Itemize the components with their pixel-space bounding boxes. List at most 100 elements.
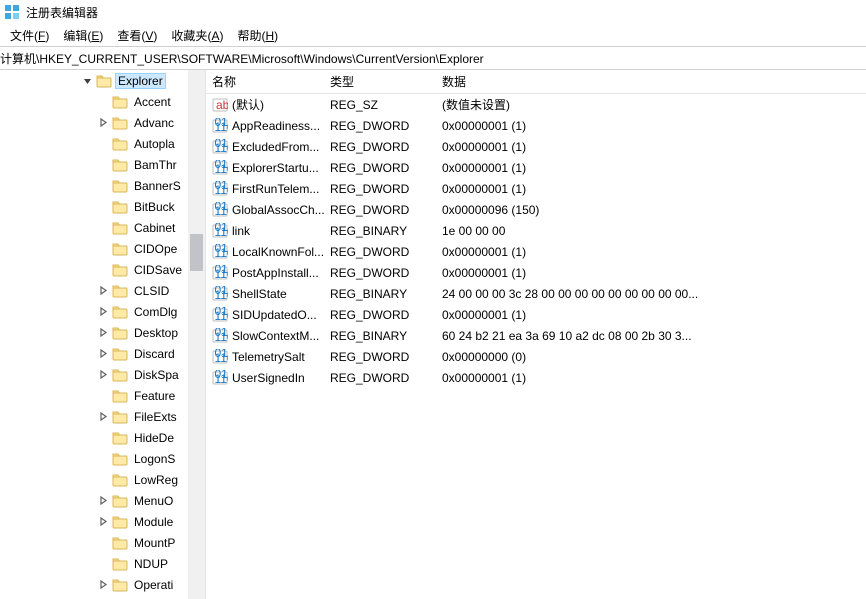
chevron-right-icon[interactable] [96,305,110,319]
main-split: ExplorerAccentAdvancAutoplaBamThrBannerS… [0,70,866,599]
menu-favorites[interactable]: 收藏夹(A) [165,26,229,45]
value-row[interactable]: 011110LocalKnownFol...REG_DWORD0x0000000… [206,241,866,262]
tree-item[interactable]: BitBuck [0,196,185,217]
binary-value-icon: 011110 [212,181,228,197]
tree-item-label: MenuO [131,493,176,509]
tree-scrollbar[interactable] [188,70,205,599]
menu-view[interactable]: 查看(V) [111,26,163,45]
value-type: REG_DWORD [324,140,436,154]
value-row[interactable]: 011110ExcludedFrom...REG_DWORD0x00000001… [206,136,866,157]
tree-item[interactable]: ComDlg [0,301,185,322]
value-row[interactable]: 011110SIDUpdatedO...REG_DWORD0x00000001 … [206,304,866,325]
tree-item[interactable]: Feature [0,385,185,406]
svg-text:110: 110 [215,225,229,239]
tree-scrollbar-thumb[interactable] [190,234,203,271]
tree-item[interactable]: BannerS [0,175,185,196]
value-type: REG_DWORD [324,203,436,217]
column-header-name[interactable]: 名称 [206,70,324,93]
chevron-right-icon[interactable] [96,347,110,361]
tree-item[interactable]: CIDOpe [0,238,185,259]
chevron-right-icon[interactable] [96,578,110,592]
chevron-right-icon[interactable] [96,284,110,298]
value-row[interactable]: 011110ExplorerStartu...REG_DWORD0x000000… [206,157,866,178]
value-type: REG_DWORD [324,182,436,196]
chevron-right-icon[interactable] [96,515,110,529]
tree-item[interactable]: Accent [0,91,185,112]
tree-item[interactable]: FileExts [0,406,185,427]
value-row[interactable]: 011110SlowContextM...REG_BINARY60 24 b2 … [206,325,866,346]
window-title: 注册表编辑器 [26,4,98,21]
tree-item[interactable]: Autopla [0,133,185,154]
tree-item[interactable]: Advanc [0,112,185,133]
tree-item[interactable]: HideDe [0,427,185,448]
value-name: SIDUpdatedO... [232,308,317,322]
tree-view[interactable]: ExplorerAccentAdvancAutoplaBamThrBannerS… [0,70,206,599]
binary-value-icon: 011110 [212,265,228,281]
tree-item-label: Discard [131,346,178,362]
chevron-right-icon[interactable] [96,410,110,424]
tree-item[interactable]: Module [0,511,185,532]
tree-item[interactable]: CIDSave [0,259,185,280]
tree-item[interactable]: NDUP [0,553,185,574]
expander-placeholder [96,452,110,466]
menu-edit[interactable]: 编辑(E) [57,26,109,45]
title-bar: 注册表编辑器 [0,0,866,24]
tree-item[interactable]: Packag [0,595,185,599]
chevron-right-icon[interactable] [96,368,110,382]
value-row[interactable]: 011110FirstRunTelem...REG_DWORD0x0000000… [206,178,866,199]
svg-text:110: 110 [215,351,229,365]
value-name: PostAppInstall... [232,266,319,280]
chevron-down-icon[interactable] [80,74,94,88]
svg-text:110: 110 [215,141,229,155]
tree-item[interactable]: Discard [0,343,185,364]
folder-icon [112,158,128,172]
tree-item-label: MountP [131,535,178,551]
value-data: 0x00000001 (1) [436,140,866,154]
tree-item[interactable]: BamThr [0,154,185,175]
value-type: REG_BINARY [324,224,436,238]
chevron-right-icon[interactable] [96,326,110,340]
folder-icon [112,452,128,466]
value-row[interactable]: 011110TelemetrySaltREG_DWORD0x00000000 (… [206,346,866,367]
column-header-data[interactable]: 数据 [436,70,866,93]
svg-text:110: 110 [215,288,229,302]
tree-item[interactable]: LowReg [0,469,185,490]
value-type: REG_DWORD [324,266,436,280]
value-name: FirstRunTelem... [232,182,319,196]
column-header-type[interactable]: 类型 [324,70,436,93]
value-row[interactable]: ab(默认)REG_SZ(数值未设置) [206,94,866,115]
value-row[interactable]: 011110linkREG_BINARY1e 00 00 00 [206,220,866,241]
value-row[interactable]: 011110AppReadiness...REG_DWORD0x00000001… [206,115,866,136]
tree-item[interactable]: DiskSpa [0,364,185,385]
folder-icon [112,95,128,109]
expander-placeholder [96,137,110,151]
tree-item[interactable]: CLSID [0,280,185,301]
tree-item-label: DiskSpa [131,367,182,383]
value-row[interactable]: 011110ShellStateREG_BINARY24 00 00 00 3c… [206,283,866,304]
value-name: (默认) [232,96,264,113]
tree-item[interactable]: Operati [0,574,185,595]
svg-text:110: 110 [215,183,229,197]
tree-item[interactable]: Desktop [0,322,185,343]
value-list[interactable]: 名称 类型 数据 ab(默认)REG_SZ(数值未设置)011110AppRea… [206,70,866,599]
folder-icon [112,515,128,529]
string-value-icon: ab [212,97,228,113]
expander-placeholder [96,200,110,214]
tree-item[interactable]: Cabinet [0,217,185,238]
binary-value-icon: 011110 [212,202,228,218]
tree-item[interactable]: MountP [0,532,185,553]
tree-item[interactable]: LogonS [0,448,185,469]
value-row[interactable]: 011110UserSignedInREG_DWORD0x00000001 (1… [206,367,866,388]
tree-item-label: Module [131,514,176,530]
value-type: REG_DWORD [324,119,436,133]
binary-value-icon: 011110 [212,160,228,176]
menu-help[interactable]: 帮助(H) [231,26,284,45]
tree-item[interactable]: MenuO [0,490,185,511]
chevron-right-icon[interactable] [96,494,110,508]
value-row[interactable]: 011110GlobalAssocCh...REG_DWORD0x0000009… [206,199,866,220]
menu-file[interactable]: 文件(F) [4,26,55,45]
tree-item-selected[interactable]: Explorer [0,70,185,91]
value-row[interactable]: 011110PostAppInstall...REG_DWORD0x000000… [206,262,866,283]
value-type: REG_SZ [324,98,436,112]
chevron-right-icon[interactable] [96,116,110,130]
